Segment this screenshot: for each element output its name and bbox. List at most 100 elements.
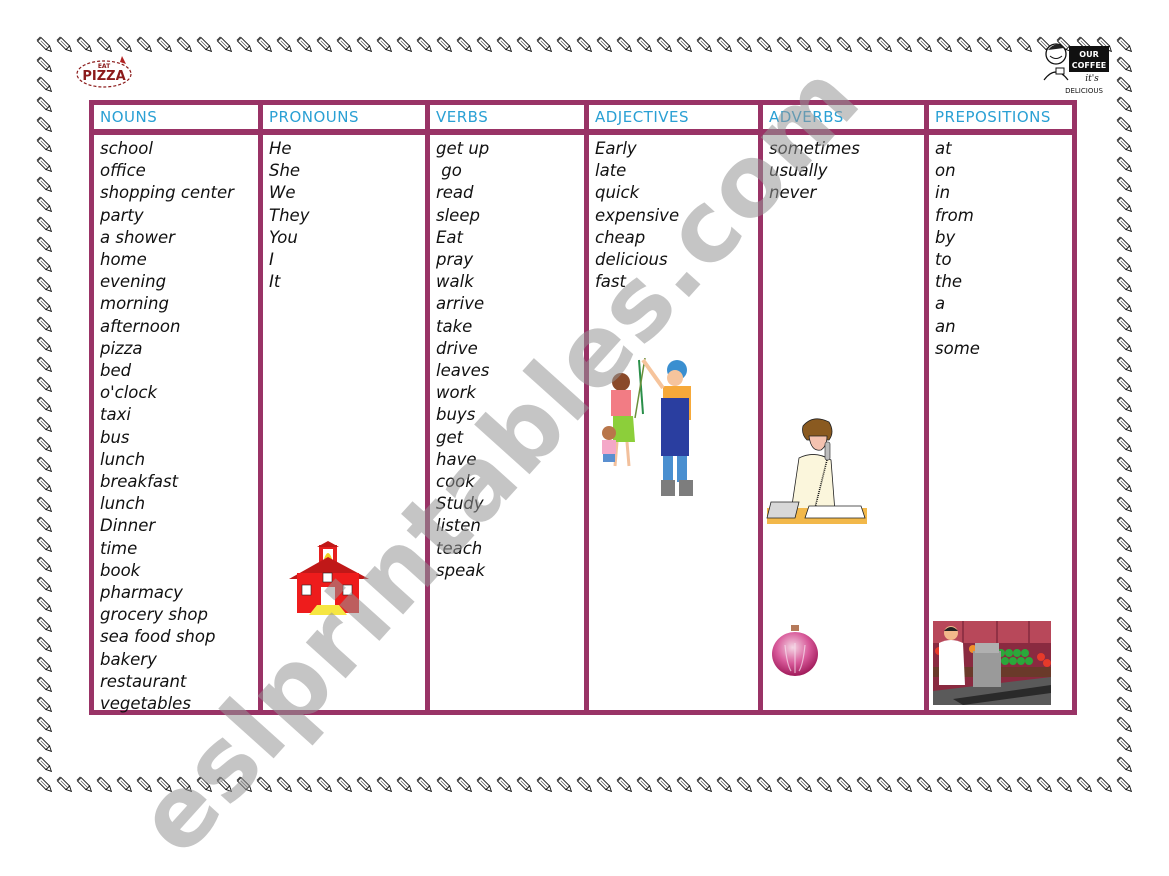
family-shopping-illustration [599,357,699,507]
pencil-icon [1115,695,1135,715]
word-item: They [269,205,310,225]
column-pronouns: PRONOUNS He She We They You I It [263,105,425,710]
word-item: restaurant [100,671,187,691]
pencil-icon [575,35,595,55]
pencil-icon [315,35,335,55]
pencil-icon [1115,355,1135,375]
word-item: sea food shop [100,627,216,647]
pencil-icon [35,715,55,735]
pencil-icon [575,775,595,795]
word-item: o'clock [100,383,158,403]
pencil-border-right [1115,55,1135,775]
pencil-icon [695,775,715,795]
pencil-icon [35,395,55,415]
word-item: usually [769,161,828,181]
pencil-icon [615,775,635,795]
word-item: Early [595,139,637,158]
pencil-icon [635,775,655,795]
pencil-icon [35,215,55,235]
pencil-icon [35,315,55,335]
word-item: quick [595,183,640,203]
word-item: to [935,250,952,270]
word-item: drive [436,338,478,358]
pencil-icon [555,775,575,795]
word-item: never [769,183,817,203]
pencil-icon [1115,575,1135,595]
pencil-icon [815,35,835,55]
word-item: pharmacy [100,583,183,603]
pencil-icon [1115,55,1135,75]
column-header-adverbs: ADVERBS [769,108,844,126]
pencil-icon [415,35,435,55]
column-adverbs: ADVERBS sometimes usually never [763,105,924,710]
word-item: expensive [595,205,680,225]
pencil-icon [1095,775,1115,795]
word-item: a shower [100,227,175,247]
pencil-icon [35,335,55,355]
pencil-icon [655,35,675,55]
pencil-icon [395,775,415,795]
grocery-cashier-illustration [933,621,1051,709]
pencil-icon [495,35,515,55]
pencil-icon [435,775,455,795]
pencil-icon [35,295,55,315]
word-item: Dinner [100,516,156,536]
word-item: bed [100,361,132,381]
word-item: lunch [100,494,146,514]
pencil-icon [1115,675,1135,695]
pencil-icon [35,55,55,75]
pencil-icon [355,35,375,55]
column-prepositions: PREPOSITIONS at on in from by to the a an some [929,105,1072,710]
word-item: cook [436,472,475,492]
pencil-icon [295,35,315,55]
pencil-icon [1015,35,1035,55]
pencil-icon [1115,95,1135,115]
pencil-icon [1115,335,1135,355]
pencil-icon [1115,215,1135,235]
word-item: grocery shop [100,605,208,625]
pencil-icon [1115,435,1135,455]
pencil-icon [95,775,115,795]
pencil-icon [35,535,55,555]
word-item: have [436,449,477,469]
word-item: book [100,560,141,580]
pizza-logo: EAT PIZZA [74,50,136,90]
word-item: the [935,272,963,292]
word-item: from [935,205,974,225]
word-item: an [935,316,956,336]
word-item: Study [436,494,484,514]
coffee-logo-line3: it's [1085,74,1099,84]
pencil-icon [35,175,55,195]
pencil-icon [1115,515,1135,535]
word-item: by [935,227,956,247]
pencil-icon [35,555,55,575]
pencil-icon [495,775,515,795]
pencil-icon [855,35,875,55]
word-item: late [595,161,627,181]
pencil-border-bottom [35,775,1135,795]
word-item: arrive [436,294,485,314]
word-item: Eat [436,227,464,247]
word-item: afternoon [100,316,181,336]
pencil-icon [995,35,1015,55]
pencil-icon [1115,475,1135,495]
pencil-icon [35,115,55,135]
word-item: home [100,250,147,270]
word-item: It [269,272,281,292]
pencil-icon [555,35,575,55]
word-item: get up [436,139,490,158]
column-header-verbs: VERBS [436,108,489,126]
pencil-icon [595,775,615,795]
word-item: bakery [100,649,157,669]
pencil-icon [615,35,635,55]
adjectives-list: Early late quick expensive cheap delicious fas… [595,138,679,293]
pencil-icon [35,95,55,115]
pencil-border-top [35,35,1135,55]
pencil-icon [35,75,55,95]
pencil-icon [855,775,875,795]
column-header-nouns: NOUNS [100,108,158,126]
pronouns-list: He She We They You I It [269,138,309,293]
pencil-icon [315,775,335,795]
pencil-icon [515,35,535,55]
pencil-icon [1115,275,1135,295]
